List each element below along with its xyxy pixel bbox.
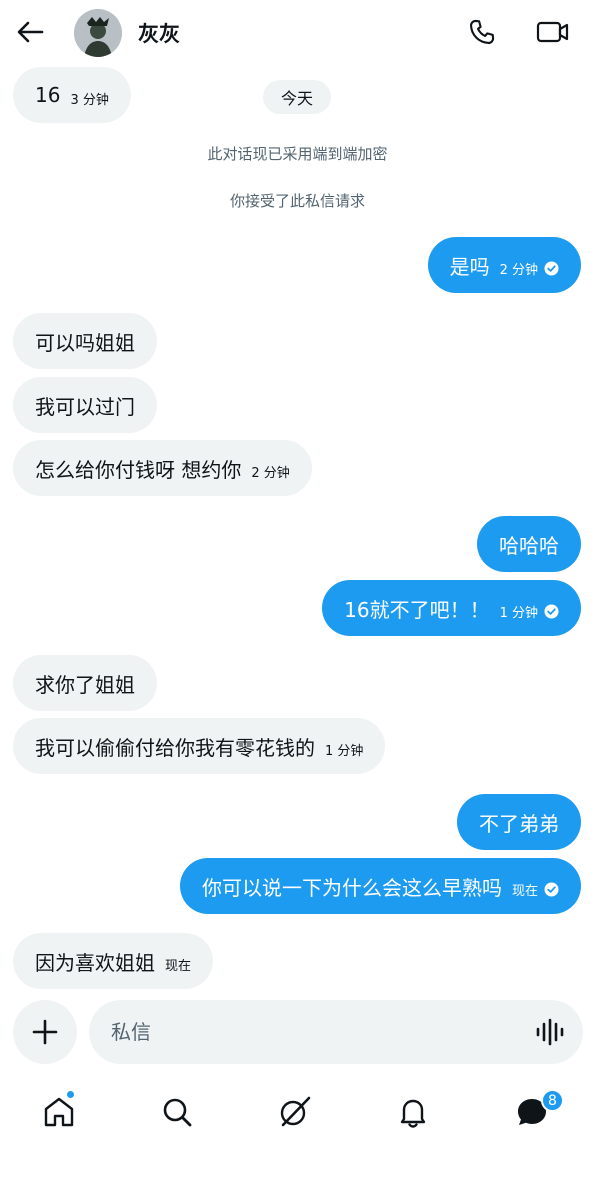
message-text: 怎么给你付钱呀 想约你: [35, 457, 242, 482]
plus-icon: [32, 1019, 58, 1045]
nav-search[interactable]: [155, 1090, 199, 1134]
message-time: 现在: [511, 883, 538, 899]
home-icon: [44, 1097, 74, 1127]
message-text: 哈哈哈: [499, 533, 559, 558]
message-text: 求你了姐姐: [35, 672, 135, 697]
message-text: 不了弟弟: [479, 811, 559, 836]
read-check-icon: [544, 604, 559, 619]
message-bubble-outgoing[interactable]: 16就不了吧！！ 1 分钟: [322, 580, 581, 636]
add-attachment-button[interactable]: [13, 1000, 77, 1064]
message-bubble-incoming[interactable]: 可以吗姐姐: [13, 313, 157, 369]
message-text: 因为喜欢姐姐: [35, 950, 155, 975]
messages-unread-badge: 8: [541, 1089, 564, 1112]
message-time: 3 分钟: [70, 92, 109, 108]
message-bubble-outgoing[interactable]: 哈哈哈: [477, 516, 581, 572]
message-composer: [89, 1000, 583, 1064]
avatar[interactable]: [74, 9, 122, 57]
message-time: 现在: [165, 958, 192, 974]
bell-icon: [400, 1099, 426, 1128]
search-icon: [163, 1098, 192, 1127]
chat-header: 灰灰: [0, 0, 595, 64]
nav-notifications[interactable]: [391, 1090, 435, 1134]
message-bubble-incoming[interactable]: 我可以过门: [13, 377, 157, 433]
arrow-left-icon: [17, 21, 44, 43]
message-bubble-incoming[interactable]: 怎么给你付钱呀 想约你 2 分钟: [13, 440, 312, 496]
message-time: 1 分钟: [325, 743, 364, 759]
video-camera-icon: [536, 21, 569, 43]
phone-icon: [469, 19, 495, 45]
message-time: 1 分钟: [499, 605, 538, 621]
message-bubble-incoming[interactable]: 求你了姐姐: [13, 655, 157, 711]
message-bubble-incoming[interactable]: 16 3 分钟: [13, 67, 131, 123]
video-call-button[interactable]: [532, 14, 574, 50]
encryption-notice: 此对话现已采用端到端加密: [207, 145, 388, 163]
voice-wave-icon: [536, 1018, 564, 1046]
voice-message-button[interactable]: [535, 1018, 565, 1046]
message-text: 我可以偷偷付给你我有零花钱的: [35, 735, 315, 760]
message-bubble-incoming[interactable]: 我可以偷偷付给你我有零花钱的 1 分钟: [13, 718, 386, 774]
grok-icon: [280, 1096, 311, 1127]
day-divider: 今天: [263, 80, 331, 114]
contact-name[interactable]: 灰灰: [138, 18, 180, 48]
message-text: 是吗: [449, 254, 490, 279]
back-button[interactable]: [12, 14, 48, 50]
message-bubble-outgoing[interactable]: 是吗 2 分钟: [427, 237, 581, 293]
request-accepted-notice: 你接受了此私信请求: [229, 192, 365, 210]
message-bubble-outgoing[interactable]: 不了弟弟: [457, 794, 581, 850]
message-bubble-outgoing[interactable]: 你可以说一下为什么会这么早熟吗 现在: [179, 858, 581, 914]
message-text: 16就不了吧！！: [344, 597, 490, 622]
message-text: 可以吗姐姐: [35, 330, 135, 355]
read-check-icon: [544, 882, 559, 897]
message-bubble-incoming[interactable]: 因为喜欢姐姐 现在: [13, 933, 214, 989]
message-text: 我可以过门: [35, 394, 135, 419]
message-text: 16: [35, 83, 61, 107]
read-check-icon: [544, 261, 559, 276]
message-time: 2 分钟: [251, 465, 290, 481]
home-notification-dot: [66, 1090, 75, 1099]
message-input[interactable]: [111, 1000, 511, 1064]
message-text: 你可以说一下为什么会这么早熟吗: [201, 875, 502, 900]
call-button[interactable]: [462, 14, 502, 50]
message-time: 2 分钟: [499, 262, 538, 278]
nav-grok[interactable]: [273, 1090, 317, 1134]
